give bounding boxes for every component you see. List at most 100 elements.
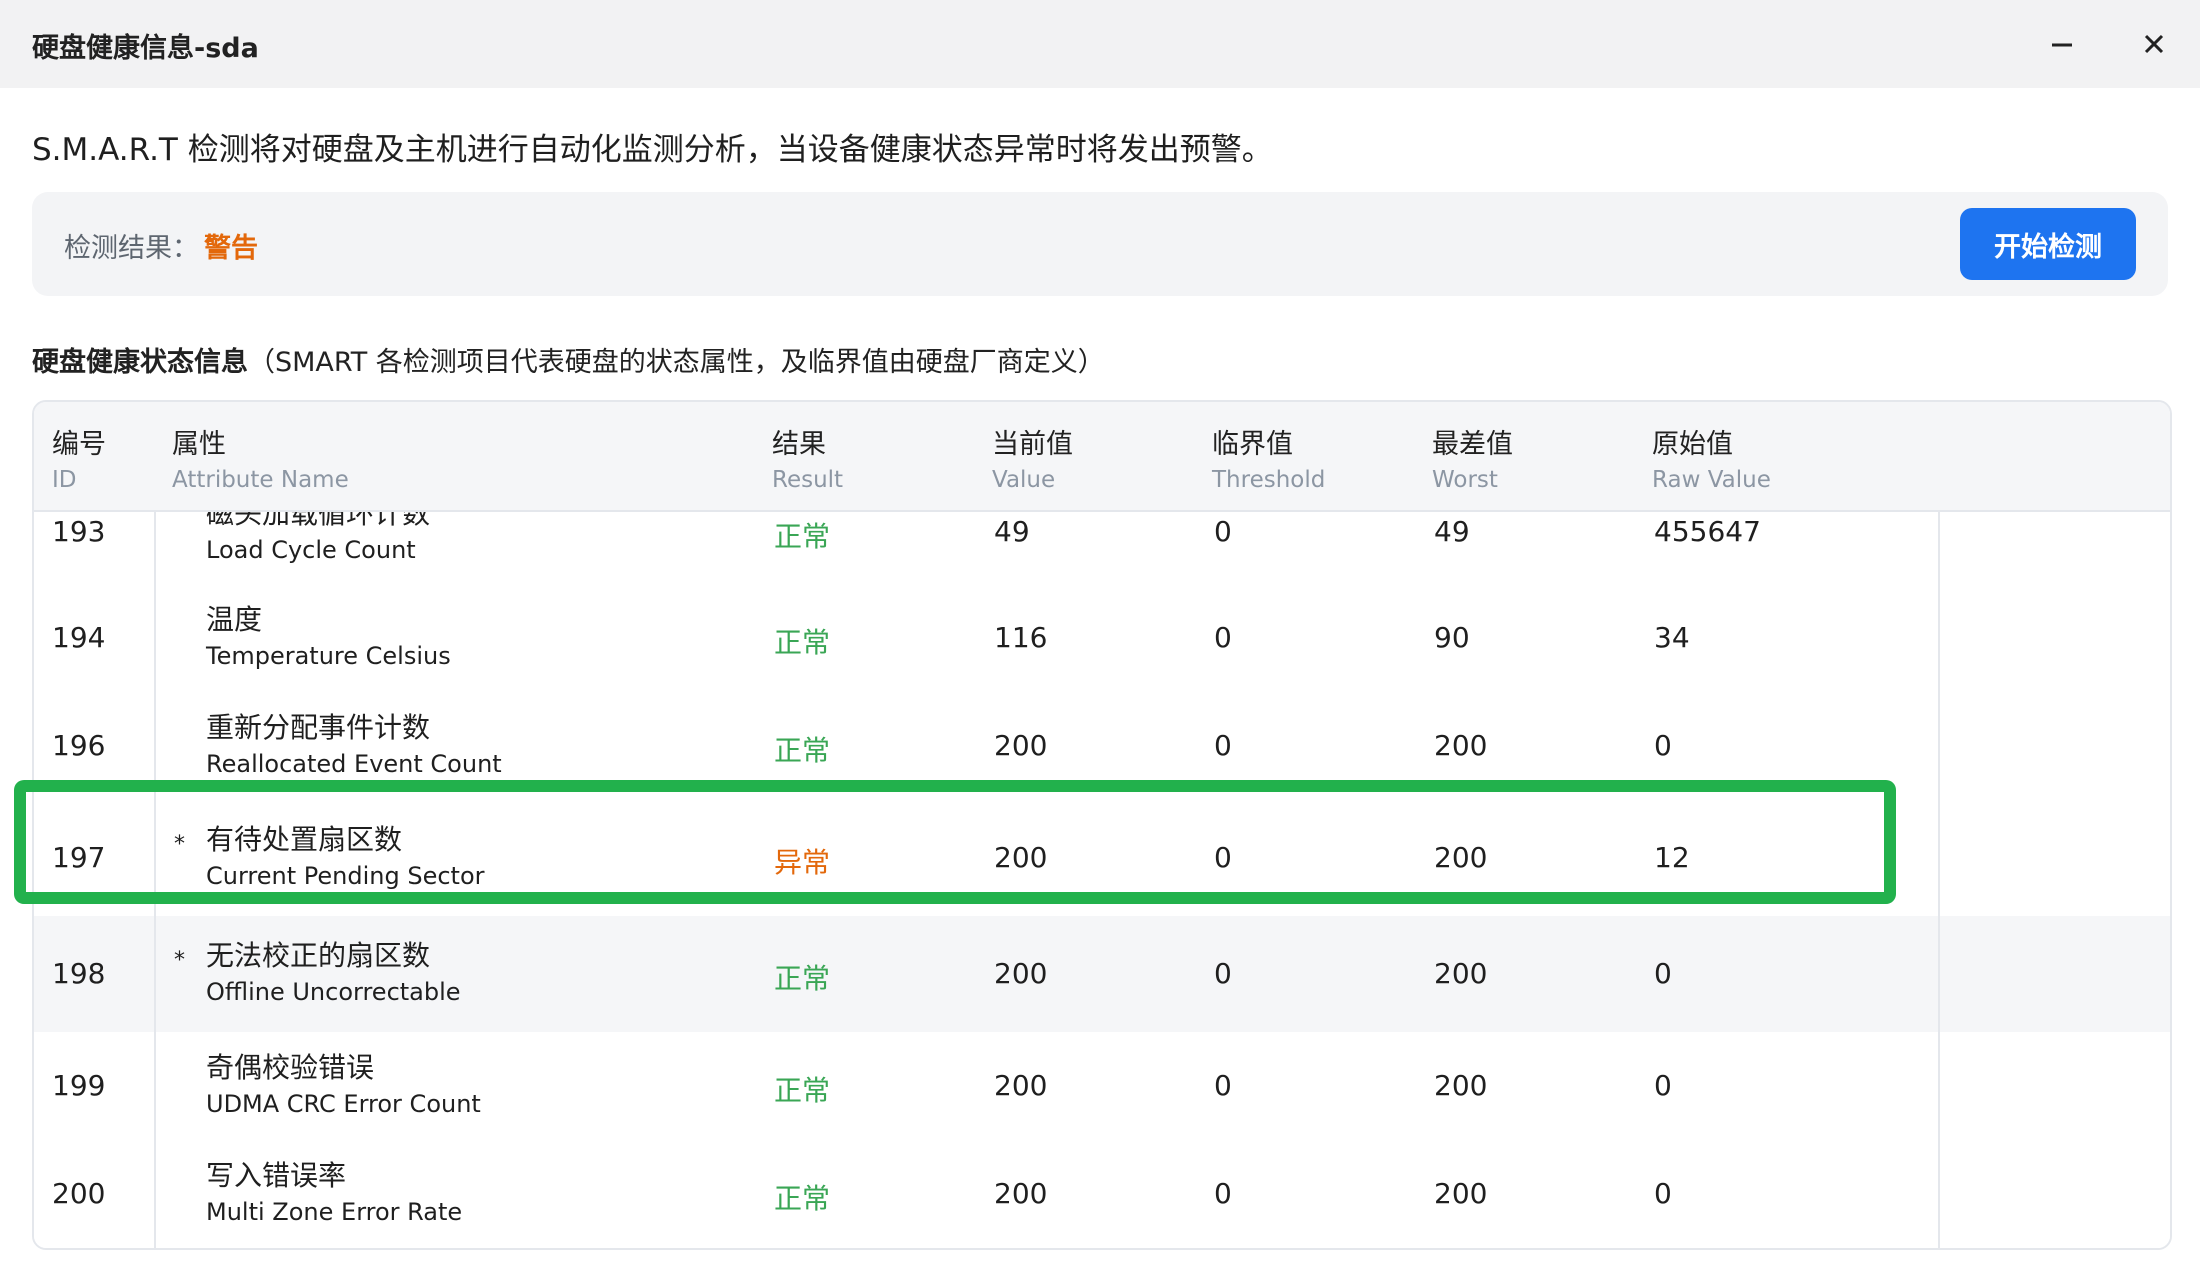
cell-result: 正常: [774, 1182, 831, 1215]
section-title-note: （SMART 各检测项目代表硬盘的状态属性，及临界值由硬盘厂商定义）: [248, 347, 1105, 378]
cell-worst: 90: [1434, 621, 1470, 654]
cell-id: 197: [52, 841, 106, 874]
header-raw-zh: 原始值: [1652, 429, 1733, 460]
header-attribute: 属性 Attribute Name: [172, 422, 349, 493]
table-row[interactable]: 193 磁头加载循环计数 Load Cycle Count 正常 49 0 49 455647: [34, 510, 2170, 586]
smart-description: S.M.A.R.T 检测将对硬盘及主机进行自动化监测分析，当设备健康状态异常时将…: [32, 132, 1273, 168]
close-button[interactable]: [2130, 20, 2178, 68]
smart-table: 编号 ID 属性 Attribute Name 结果 Result 当前值 Va…: [32, 400, 2172, 1250]
minimize-icon: [2052, 43, 2072, 47]
table-row[interactable]: 199 奇偶校验错误 UDMA CRC Error Count 正常 200 0 200 0: [34, 1032, 2170, 1142]
cell-attribute-zh: 写入错误率: [206, 1159, 347, 1192]
cell-id: 200: [52, 1177, 106, 1210]
cell-attribute-zh: 温度: [206, 603, 263, 636]
header-result: 结果 Result: [772, 422, 843, 493]
cell-worst: 200: [1434, 957, 1488, 990]
header-id-zh: 编号: [52, 429, 106, 460]
cell-result: 正常: [774, 1074, 831, 1107]
cell-value: 116: [994, 621, 1048, 654]
header-threshold-zh: 临界值: [1212, 429, 1293, 460]
table-row[interactable]: 200 写入错误率 Multi Zone Error Rate 正常 200 0 200 0: [34, 1140, 2170, 1248]
window-title: 硬盘健康信息-sda: [32, 33, 259, 64]
cell-result: 正常: [774, 626, 831, 659]
cell-attribute-en: Temperature Celsius: [206, 642, 451, 670]
column-divider: [154, 510, 156, 1248]
title-bar: 硬盘健康信息-sda: [0, 0, 2200, 88]
cell-id: 198: [52, 957, 106, 990]
cell-raw: 0: [1654, 1177, 1672, 1210]
header-result-zh: 结果: [772, 429, 826, 460]
cell-raw: 0: [1654, 1069, 1672, 1102]
cell-threshold: 0: [1214, 729, 1232, 762]
cell-raw: 12: [1654, 841, 1690, 874]
cell-raw: 455647: [1654, 515, 1761, 548]
cell-id: 194: [52, 621, 106, 654]
cell-threshold: 0: [1214, 1177, 1232, 1210]
cell-id: 193: [52, 515, 106, 548]
minimize-button[interactable]: [2038, 20, 2086, 68]
result-status: 警告: [204, 233, 258, 264]
cell-worst: 49: [1434, 515, 1470, 548]
table-row[interactable]: 196 重新分配事件计数 Reallocated Event Count 正常 200 0…: [34, 692, 2170, 802]
header-result-en: Result: [772, 467, 844, 493]
cell-threshold: 0: [1214, 621, 1232, 654]
cell-attribute-zh: 磁头加载循环计数: [206, 510, 431, 530]
start-detection-button[interactable]: 开始检测: [1960, 208, 2136, 280]
cell-attribute-en: Current Pending Sector: [206, 862, 485, 890]
cell-result: 正常: [774, 520, 831, 553]
result-label: 检测结果：: [64, 233, 199, 264]
section-title-bold: 硬盘健康状态信息: [32, 347, 248, 378]
cell-id: 196: [52, 729, 106, 762]
cell-attribute-zh: 无法校正的扇区数: [206, 939, 431, 972]
header-threshold: 临界值 Threshold: [1212, 422, 1325, 493]
cell-result: 正常: [774, 962, 831, 995]
cell-worst: 200: [1434, 1177, 1488, 1210]
table-row[interactable]: 194 温度 Temperature Celsius 正常 116 0 90 34: [34, 584, 2170, 694]
required-marker: *: [174, 832, 185, 857]
table-row[interactable]: 197 * 有待处置扇区数 Current Pending Sector 异常 200 0 2…: [34, 800, 2170, 918]
cell-threshold: 0: [1214, 841, 1232, 874]
cell-attribute-en: Reallocated Event Count: [206, 750, 502, 778]
header-attribute-zh: 属性: [172, 429, 226, 460]
cell-threshold: 0: [1214, 957, 1232, 990]
cell-value: 200: [994, 729, 1048, 762]
cell-attribute-en: Offline Uncorrectable: [206, 978, 461, 1006]
cell-value: 200: [994, 841, 1048, 874]
cell-attribute-zh: 奇偶校验错误: [206, 1051, 375, 1084]
header-threshold-en: Threshold: [1212, 467, 1326, 493]
table-header: 编号 ID 属性 Attribute Name 结果 Result 当前值 Va…: [34, 402, 2170, 512]
table-row[interactable]: 198 * 无法校正的扇区数 Offline Uncorrectable 正常 200 0 2…: [34, 916, 2170, 1034]
cell-value: 200: [994, 1069, 1048, 1102]
cell-value: 49: [994, 515, 1030, 548]
disk-health-window: 硬盘健康信息-sda S.M.A.R.T 检测将对硬盘及主机进行自动化监测分析，…: [0, 0, 2200, 1278]
header-id: 编号 ID: [52, 422, 106, 493]
header-value-zh: 当前值: [992, 429, 1073, 460]
cell-value: 200: [994, 957, 1048, 990]
cell-worst: 200: [1434, 1069, 1488, 1102]
required-marker: *: [174, 948, 185, 973]
cell-raw: 0: [1654, 957, 1672, 990]
header-attribute-en: Attribute Name: [172, 467, 349, 493]
header-raw-en: Raw Value: [1652, 467, 1771, 493]
header-worst-en: Worst: [1432, 467, 1498, 493]
cell-attribute-en: UDMA CRC Error Count: [206, 1090, 481, 1118]
header-worst: 最差值 Worst: [1432, 422, 1513, 493]
header-value-en: Value: [992, 467, 1056, 493]
cell-threshold: 0: [1214, 515, 1232, 548]
cell-raw: 0: [1654, 729, 1672, 762]
cell-id: 199: [52, 1069, 106, 1102]
cell-result: 异常: [774, 846, 831, 879]
cell-raw: 34: [1654, 621, 1690, 654]
header-id-en: ID: [52, 467, 77, 493]
cell-threshold: 0: [1214, 1069, 1232, 1102]
header-raw: 原始值 Raw Value: [1652, 422, 1771, 493]
close-icon: [2144, 34, 2164, 54]
column-divider: [1938, 510, 1940, 1248]
detection-result-panel: 检测结果： 警告 开始检测: [32, 192, 2168, 296]
table-body: 193 磁头加载循环计数 Load Cycle Count 正常 49 0 49 455647…: [34, 510, 2170, 1248]
header-value: 当前值 Value: [992, 422, 1073, 493]
cell-attribute-en: Load Cycle Count: [206, 536, 416, 564]
cell-worst: 200: [1434, 729, 1488, 762]
cell-result: 正常: [774, 734, 831, 767]
section-title: 硬盘健康状态信息（SMART 各检测项目代表硬盘的状态属性，及临界值由硬盘厂商定…: [32, 340, 1105, 379]
